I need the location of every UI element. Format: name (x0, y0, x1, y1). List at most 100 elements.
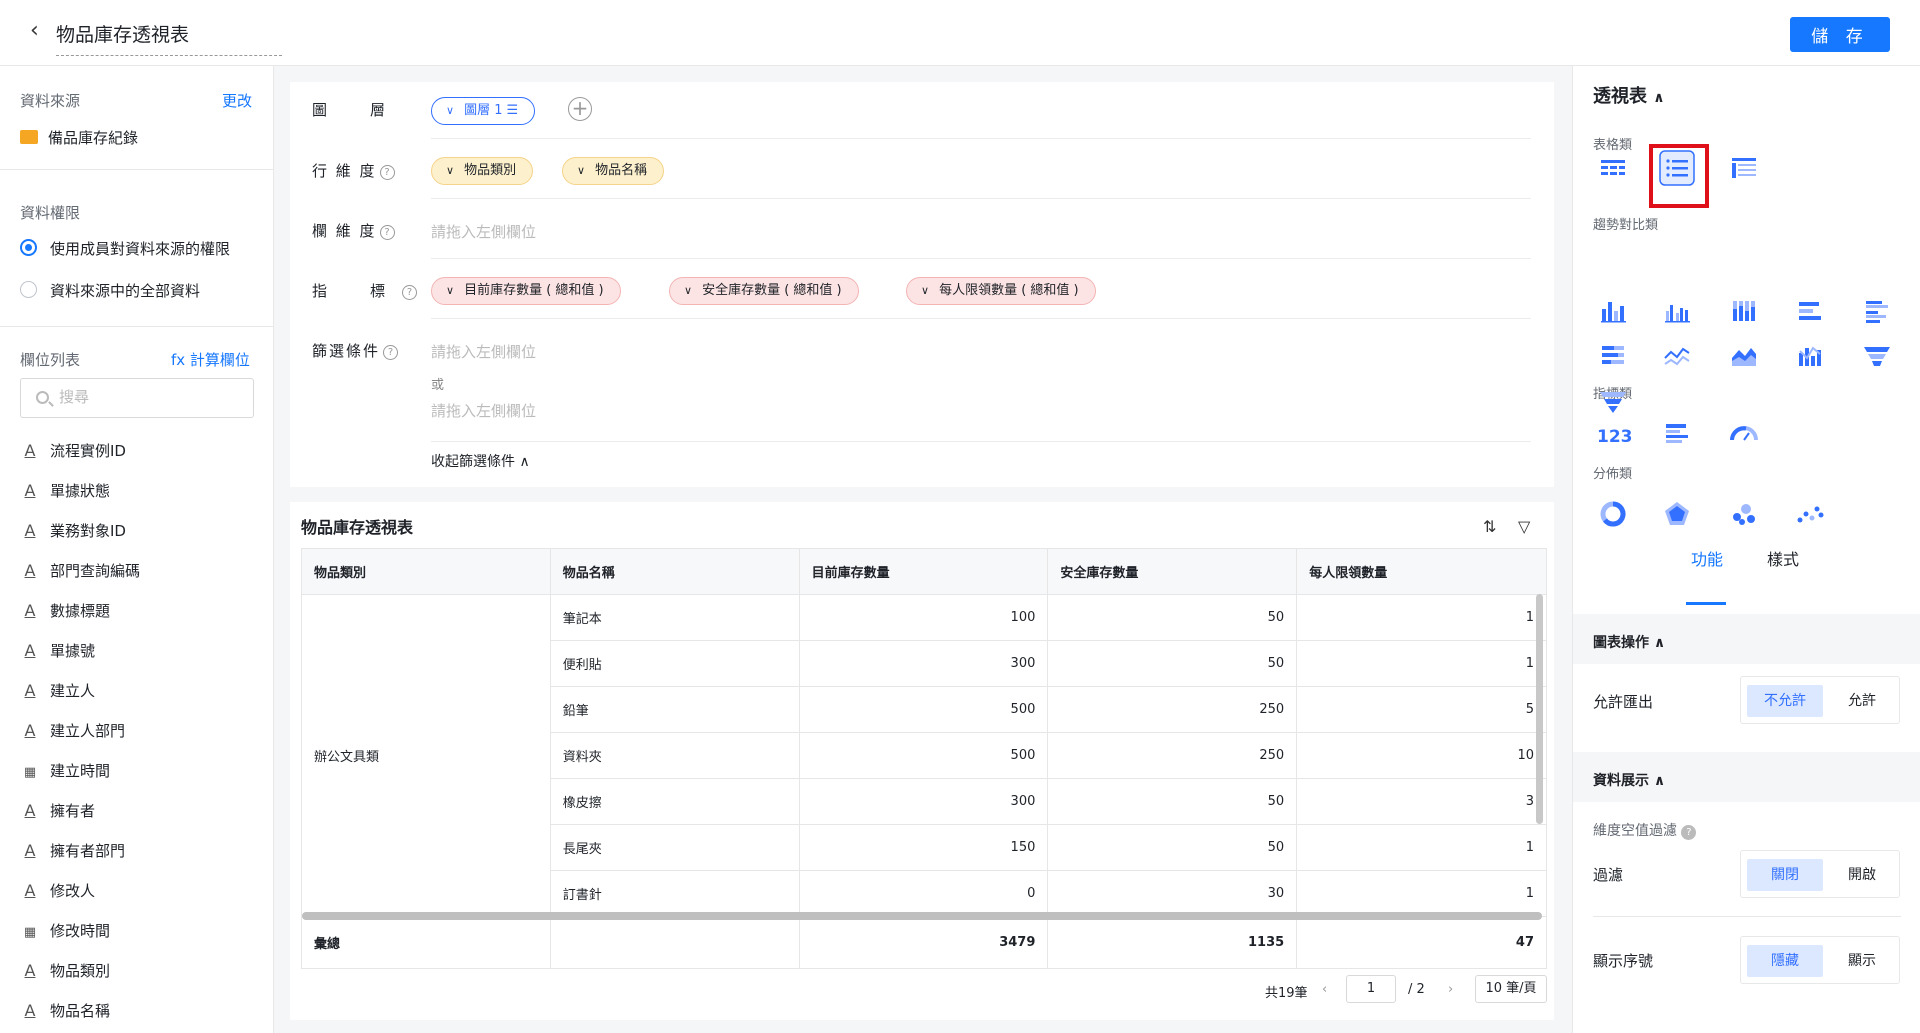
number-card-icon[interactable]: 123 (1593, 414, 1633, 454)
field-create-time[interactable]: ▦ 建立時間 (20, 760, 110, 786)
prev-page-icon[interactable]: ‹ (1322, 982, 1327, 997)
bubble-chart-icon[interactable] (1724, 494, 1764, 534)
table-cell: 長尾夾 (549, 824, 800, 871)
next-page-icon[interactable]: › (1448, 982, 1453, 997)
help-icon[interactable]: ? (383, 345, 399, 360)
tab-style[interactable]: 樣式 (1767, 546, 1799, 570)
total-row: 彙總 3479 1135 47 (301, 916, 1547, 969)
field-name: 物品名稱 (50, 1002, 111, 1020)
grouped-bar-chart-icon[interactable] (1657, 291, 1697, 331)
help-icon[interactable]: ? (402, 285, 418, 300)
metric-pill-safe[interactable]: ∨ 安全庫存數量 ( 總和值 ) (669, 277, 859, 305)
save-button[interactable]: 儲 存 (1790, 17, 1890, 52)
metric-pill-stock[interactable]: ∨ 目前庫存數量 ( 總和值 ) (431, 277, 621, 305)
collapse-filter-button[interactable]: 收起篩選條件 ∧ (431, 451, 530, 471)
perm-radio-member[interactable] (20, 239, 37, 256)
field-owner[interactable]: A 擁有者 (20, 800, 96, 826)
page-size-select[interactable]: 10 筆/頁 (1475, 975, 1547, 1003)
field-name: 擁有者部門 (50, 842, 126, 860)
horizontal-stacked-bar-icon[interactable] (1593, 336, 1633, 376)
combo-chart-icon[interactable] (1790, 336, 1830, 376)
section-data-display[interactable]: 資料展示 ∧ (1573, 752, 1920, 802)
horizontal-bar-chart-icon[interactable] (1790, 291, 1830, 331)
calendar-icon: ▦ (23, 925, 37, 940)
export-toggle: 不允許 允許 (1740, 676, 1900, 724)
left-panel: 資料來源 更改 備品庫存紀錄 資料權限 使用成員對資料來源的權限 資料來源中的全… (0, 66, 274, 1033)
chart-type-title[interactable]: 透視表 ∧ (1593, 82, 1665, 108)
metric-pill-limit[interactable]: ∨ 每人限領數量 ( 總和值 ) (906, 277, 1096, 305)
row-pill-name[interactable]: ∨ 物品名稱 (562, 157, 665, 185)
page-input[interactable]: 1 (1346, 975, 1396, 1003)
line-chart-icon[interactable] (1657, 336, 1697, 376)
field-dept-code[interactable]: A 部門查詢編碼 (20, 560, 141, 586)
filter-option-label: 過濾 (1593, 866, 1624, 884)
text-type-icon: A (24, 1001, 36, 1020)
filter-off[interactable]: 關閉 (1747, 859, 1823, 891)
dim-null-filter-label: 維度空值過濾 ? (1593, 820, 1697, 840)
row-pill-category[interactable]: ∨ 物品類別 (431, 157, 534, 185)
page-title[interactable]: 物品庫存透視表 (56, 20, 282, 56)
field-data-title[interactable]: A 數據標題 (20, 600, 111, 626)
filter-drop-zone-2[interactable]: 請拖入左側欄位 (431, 400, 536, 421)
sort-icon[interactable]: ⇅ (1483, 517, 1496, 536)
gauge-chart-icon[interactable] (1724, 414, 1764, 454)
funnel-chart-icon[interactable] (1857, 336, 1897, 376)
chevron-up-icon: ∧ (519, 454, 530, 470)
perm-option-member[interactable]: 使用成員對資料來源的權限 (50, 238, 230, 259)
search-icon (36, 391, 49, 404)
export-allow[interactable]: 允許 (1829, 685, 1895, 717)
field-modify-time[interactable]: ▦ 修改時間 (20, 920, 110, 946)
bar-chart-icon[interactable] (1593, 291, 1633, 331)
filter-drop-zone[interactable]: 請拖入左側欄位 (431, 341, 536, 362)
vertical-scrollbar[interactable] (1536, 594, 1543, 824)
column-header: 每人限領數量 (1296, 548, 1547, 595)
field-item-category[interactable]: A 物品類別 (20, 960, 111, 986)
field-modifier[interactable]: A 修改人 (20, 880, 96, 906)
horizontal-scrollbar[interactable] (302, 912, 1542, 920)
section-chart-ops[interactable]: 圖表操作 ∧ (1573, 614, 1920, 664)
table-chart-icon[interactable] (1593, 148, 1633, 188)
layer-pill[interactable]: ∨ 圖層 1 ☰ (431, 97, 536, 125)
text-type-icon: A (24, 681, 36, 700)
field-object-id[interactable]: A 業務對象ID (20, 520, 126, 546)
search-input[interactable] (59, 388, 239, 406)
export-disallow[interactable]: 不允許 (1747, 685, 1823, 717)
field-doc-no[interactable]: A 單據號 (20, 640, 96, 666)
field-flow-id[interactable]: A 流程實例ID (20, 440, 126, 466)
calc-field-button[interactable]: fx 計算欄位 (171, 349, 250, 370)
back-icon[interactable]: ‹ (30, 18, 39, 44)
table-cell: 50 (1047, 778, 1298, 825)
stacked-bar-chart-icon[interactable] (1724, 291, 1764, 331)
area-chart-icon[interactable] (1724, 336, 1764, 376)
field-creator[interactable]: A 建立人 (20, 680, 96, 706)
perm-radio-all[interactable] (20, 281, 37, 298)
col-drop-zone[interactable]: 請拖入左側欄位 (431, 221, 536, 242)
index-hide[interactable]: 隱藏 (1747, 945, 1823, 977)
help-icon[interactable]: ? (379, 165, 395, 180)
pivot-table-icon[interactable] (1724, 148, 1764, 188)
kpi-card-icon[interactable] (1657, 414, 1697, 454)
filter-on[interactable]: 開啟 (1829, 859, 1895, 891)
index-show[interactable]: 顯示 (1829, 945, 1895, 977)
column-header: 安全庫存數量 (1047, 548, 1298, 595)
help-icon[interactable]: ? (1681, 825, 1697, 840)
table-cell: 1 (1296, 594, 1547, 641)
field-doc-status[interactable]: A 單據狀態 (20, 480, 111, 506)
help-icon[interactable]: ? (379, 225, 395, 240)
field-creator-dept[interactable]: A 建立人部門 (20, 720, 126, 746)
donut-chart-icon[interactable] (1593, 494, 1633, 534)
change-source-link[interactable]: 更改 (222, 90, 252, 111)
filter-icon[interactable]: ▽ (1518, 517, 1530, 536)
perm-option-all[interactable]: 資料來源中的全部資料 (50, 280, 200, 301)
field-item-name[interactable]: A 物品名稱 (20, 1000, 111, 1026)
field-name: 建立人 (50, 682, 96, 700)
total-cell: 47 (1296, 916, 1547, 969)
text-type-icon: A (24, 641, 36, 660)
chevron-down-icon: ∨ (577, 164, 586, 177)
add-layer-icon[interactable]: + (568, 97, 592, 121)
field-owner-dept[interactable]: A 擁有者部門 (20, 840, 126, 866)
radar-chart-icon[interactable] (1657, 494, 1697, 534)
horizontal-grouped-bar-icon[interactable] (1857, 291, 1897, 331)
tab-function[interactable]: 功能 (1691, 546, 1723, 570)
scatter-chart-icon[interactable] (1790, 494, 1830, 534)
